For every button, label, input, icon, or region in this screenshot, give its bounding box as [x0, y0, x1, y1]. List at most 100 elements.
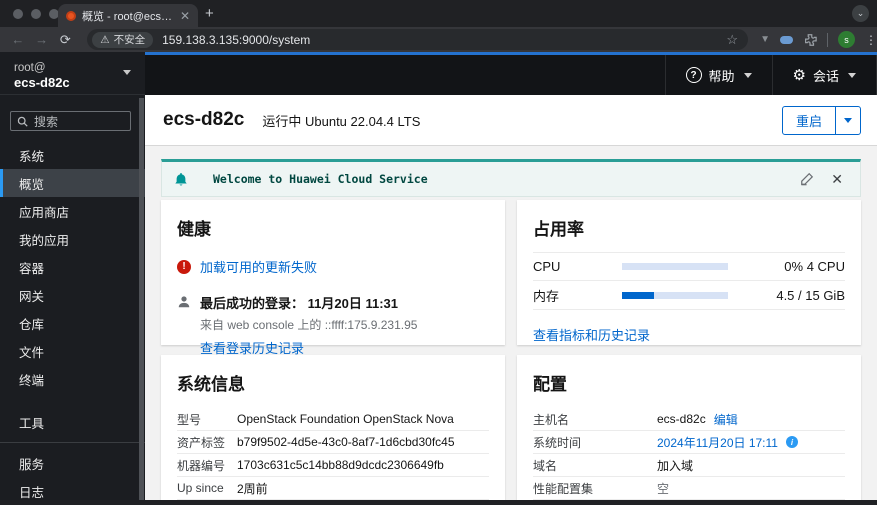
- sidebar-item-repository[interactable]: 仓库: [0, 309, 145, 337]
- bell-icon: [174, 172, 188, 187]
- reboot-dropdown-toggle[interactable]: [835, 106, 861, 135]
- security-chip[interactable]: ⚠ 不安全: [92, 32, 153, 48]
- reboot-split-button: 重启: [782, 106, 861, 135]
- usage-card: 占用率 CPU 0% 4 CPU 内存 4.5 / 15 GiB 查看指标和历史…: [517, 200, 861, 345]
- system-info-table: 型号 OpenStack Foundation OpenStack Nova 资…: [177, 408, 489, 500]
- last-login-text: 最后成功的登录： 11月20日 11:31: [200, 293, 417, 312]
- profile-avatar[interactable]: s: [838, 31, 855, 48]
- cpu-value: 0% 4 CPU: [728, 259, 845, 274]
- host-state-os: 运行中 Ubuntu 22.04.4 LTS: [262, 111, 420, 130]
- sidebar-item-services[interactable]: 服务: [0, 449, 145, 477]
- sidebar-item-tools[interactable]: 工具: [0, 408, 145, 436]
- system-info-title: 系统信息: [177, 370, 489, 395]
- banner-message: Welcome to Huawei Cloud Service: [213, 172, 428, 186]
- cpu-label: CPU: [533, 259, 622, 274]
- sidebar-item-logs[interactable]: 日志: [0, 477, 145, 505]
- new-tab-button[interactable]: +: [205, 5, 214, 22]
- window-controls[interactable]: [13, 9, 59, 19]
- browser-tab[interactable]: 概览 - root@ecs-d82c ✕: [58, 4, 198, 27]
- reboot-button[interactable]: 重启: [782, 106, 836, 135]
- tab-close-icon[interactable]: ✕: [180, 10, 190, 22]
- sidebar-item-terminal[interactable]: 终端: [0, 365, 145, 393]
- sidebar-item-overview[interactable]: 概览: [0, 169, 145, 197]
- chevron-down-icon: [744, 73, 752, 78]
- hostname-value: ecs-d82c: [657, 412, 706, 426]
- sidebar-item-system[interactable]: 系统: [0, 141, 145, 169]
- user-icon: [177, 295, 191, 309]
- metrics-history-link[interactable]: 查看指标和历史记录: [533, 325, 650, 344]
- memory-value: 4.5 / 15 GiB: [728, 288, 845, 303]
- extensions-puzzle-icon[interactable]: [803, 33, 817, 47]
- forward-icon[interactable]: →: [30, 32, 54, 47]
- table-row: 型号 OpenStack Foundation OpenStack Nova: [177, 408, 489, 431]
- browser-menu-icon[interactable]: ⋮: [865, 33, 877, 47]
- address-bar[interactable]: ⚠ 不安全 159.138.3.135:9000/system ☆: [87, 29, 748, 50]
- configuration-card: 配置 主机名 ecs-d82c 编辑 系统时间 2024年11月20日 17:1…: [517, 355, 861, 500]
- edit-pencil-icon[interactable]: [800, 172, 814, 186]
- chevron-down-icon: [848, 73, 856, 78]
- url-text[interactable]: 159.138.3.135:9000/system: [162, 33, 310, 47]
- sidebar-search-input[interactable]: 搜索: [10, 111, 131, 131]
- close-icon[interactable]: ✕: [831, 171, 843, 188]
- cpu-usage-row: CPU 0% 4 CPU: [533, 252, 845, 281]
- sidebar-item-containers[interactable]: 容器: [0, 253, 145, 281]
- cpu-progress-bar: [622, 263, 728, 270]
- sidebar-scrollbar[interactable]: [139, 98, 144, 500]
- masthead: ? 帮助 ⚙ 会话: [145, 55, 877, 95]
- nav-divider: [0, 442, 145, 443]
- join-domain-value[interactable]: 加入域: [657, 457, 693, 474]
- warning-icon: ⚠: [100, 34, 109, 46]
- extension-icons: ▼ s ⋮: [760, 31, 877, 48]
- extension-icon[interactable]: [780, 36, 793, 44]
- table-row: Up since 2周前: [177, 477, 489, 500]
- main-content: ecs-d82c 运行中 Ubuntu 22.04.4 LTS 重启 Welco…: [145, 95, 877, 500]
- toolbar-divider: [827, 33, 828, 47]
- sidebar-item-gateway[interactable]: 网关: [0, 281, 145, 309]
- search-icon: [17, 116, 28, 127]
- edit-hostname-link[interactable]: 编辑: [714, 411, 738, 428]
- question-circle-icon: ?: [686, 67, 702, 83]
- sidebar-item-app-store[interactable]: 应用商店: [0, 197, 145, 225]
- tab-strip: 概览 - root@ecs-d82c ✕ + ⌄: [0, 0, 877, 27]
- tab-search-icon[interactable]: ⌄: [852, 5, 869, 22]
- profile-value: 空: [657, 480, 669, 497]
- table-row: 机器编号 1703c631c5c14bb88d9dcdc2306649fb: [177, 454, 489, 477]
- system-info-card: 系统信息 型号 OpenStack Foundation OpenStack N…: [161, 355, 505, 500]
- close-window-button[interactable]: [13, 9, 23, 19]
- host-switcher[interactable]: root@ ecs-d82c: [0, 52, 145, 95]
- help-menu-button[interactable]: ? 帮助: [665, 55, 772, 95]
- page-title: ecs-d82c: [163, 109, 244, 131]
- sidebar: root@ ecs-d82c 搜索 系统 概览 应用商店 我的应用 容器 网关 …: [0, 52, 145, 500]
- health-title: 健康: [177, 215, 489, 240]
- browser-toolbar: ← → ⟳ ⚠ 不安全 159.138.3.135:9000/system ☆ …: [0, 27, 877, 52]
- motd-banner: Welcome to Huawei Cloud Service ✕: [161, 159, 861, 197]
- extension-icon[interactable]: ▼: [760, 34, 770, 45]
- updates-error-row: ! 加载可用的更新失败: [177, 257, 489, 276]
- page-header: ecs-d82c 运行中 Ubuntu 22.04.4 LTS 重启: [145, 95, 877, 146]
- system-time-link[interactable]: 2024年11月20日 17:11: [657, 434, 778, 451]
- chevron-down-icon: [123, 70, 131, 75]
- host-user: root@: [14, 62, 131, 74]
- health-card: 健康 ! 加载可用的更新失败 最后成功的登录： 11月20日 11:31 来自 …: [161, 200, 505, 345]
- site-favicon: [66, 11, 76, 21]
- browser-chrome: 概览 - root@ecs-d82c ✕ + ⌄ ← → ⟳ ⚠ 不安全 159…: [0, 0, 877, 52]
- session-menu-button[interactable]: ⚙ 会话: [772, 55, 877, 95]
- performance-profile-row: 性能配置集 空: [533, 477, 845, 500]
- sidebar-item-files[interactable]: 文件: [0, 337, 145, 365]
- nav-spacer: [0, 393, 145, 408]
- chevron-down-icon: [844, 118, 852, 123]
- configuration-title: 配置: [533, 370, 845, 395]
- error-exclamation-icon: !: [177, 260, 191, 274]
- host-name: ecs-d82c: [14, 75, 131, 90]
- minimize-window-button[interactable]: [31, 9, 41, 19]
- login-source: 来自 web console 上的 ::ffff:175.9.231.95: [200, 316, 417, 333]
- updates-error-link[interactable]: 加载可用的更新失败: [200, 257, 317, 276]
- configuration-table: 主机名 ecs-d82c 编辑 系统时间 2024年11月20日 17:11 i…: [533, 408, 845, 500]
- back-icon[interactable]: ←: [6, 32, 30, 47]
- reload-icon[interactable]: ⟳: [53, 32, 77, 48]
- info-icon[interactable]: i: [786, 436, 798, 448]
- memory-progress-bar: [622, 292, 728, 299]
- table-row: 资产标签 b79f9502-4d5e-43c0-8af7-1d6cbd30fc4…: [177, 431, 489, 454]
- bookmark-star-icon[interactable]: ☆: [726, 32, 738, 48]
- sidebar-item-my-apps[interactable]: 我的应用: [0, 225, 145, 253]
